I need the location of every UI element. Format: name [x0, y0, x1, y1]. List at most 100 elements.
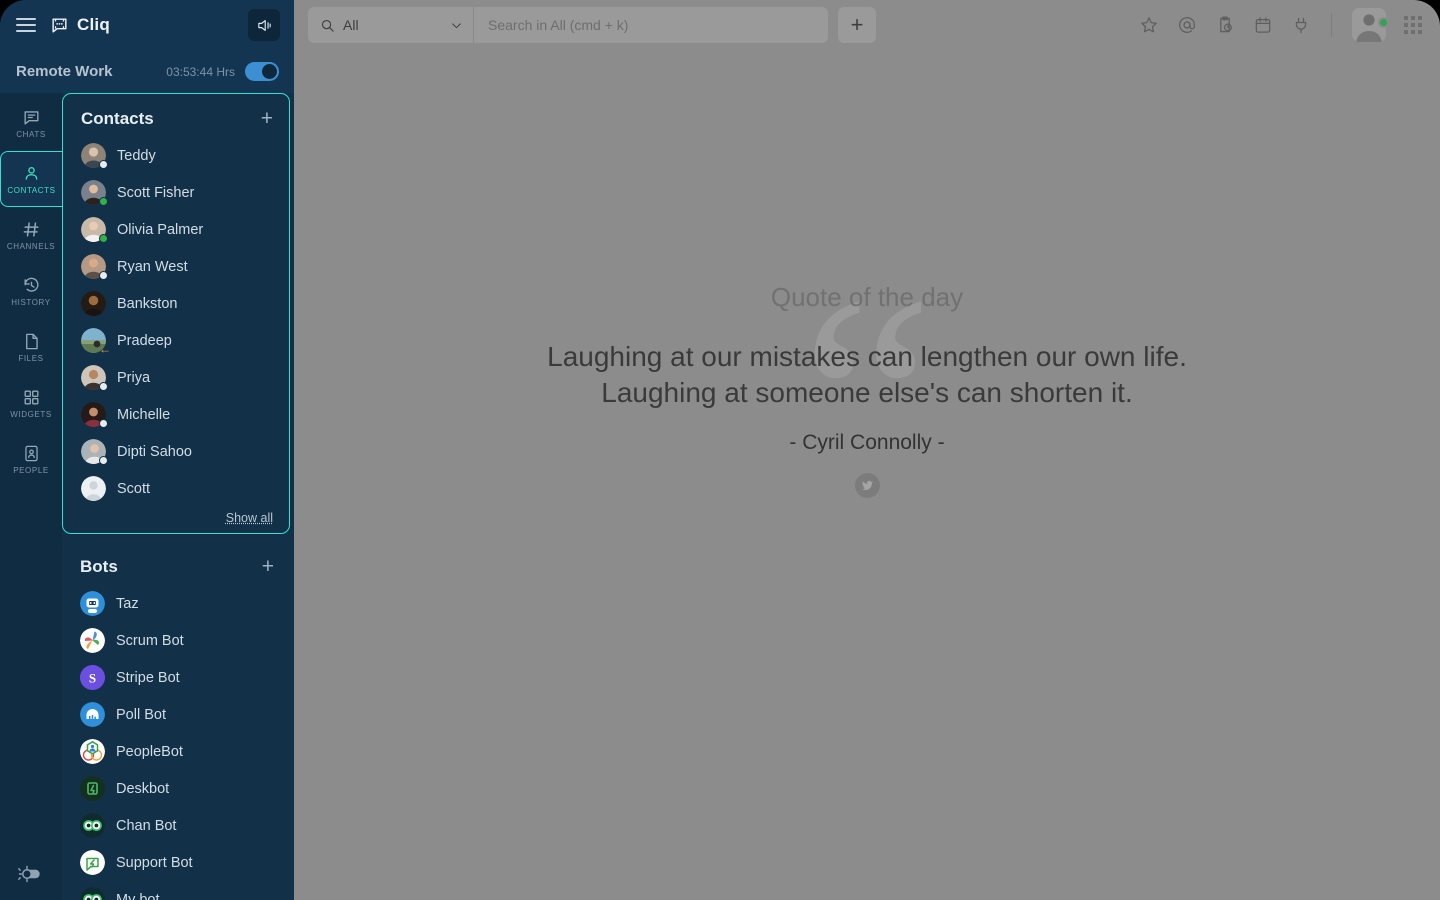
sidebar-item-widgets[interactable]: WIDGETS: [0, 375, 62, 431]
page-title: Contacts: [81, 108, 154, 128]
list-item-label: Bankston: [117, 295, 178, 312]
list-item[interactable]: Scott Fisher: [63, 174, 289, 211]
add-contact-button[interactable]: +: [261, 108, 273, 129]
twitter-icon[interactable]: [854, 472, 880, 498]
search-input[interactable]: [474, 7, 828, 43]
list-item[interactable]: My bot: [62, 881, 290, 900]
list-item[interactable]: PeopleBot: [62, 733, 290, 770]
support-icon: [80, 850, 105, 875]
sun-dark-mode-toggle-icon[interactable]: [14, 864, 48, 884]
sidebar-item-people[interactable]: PEOPLE: [0, 431, 62, 487]
plug-integrations-icon[interactable]: [1291, 15, 1311, 35]
list-item[interactable]: Michelle: [63, 396, 289, 433]
list-item-label: Poll Bot: [116, 706, 166, 723]
avatar-image: [81, 291, 106, 316]
list-item[interactable]: Support Bot: [62, 844, 290, 881]
main-area: All +: [294, 0, 1440, 900]
status-title: Remote Work: [16, 63, 113, 80]
search-scope-dropdown[interactable]: All: [308, 7, 474, 43]
show-all-contacts-link[interactable]: Show all: [63, 507, 289, 527]
sidebar-item-label: CONTACTS: [7, 185, 56, 195]
list-item-label: Michelle: [117, 406, 171, 423]
status-badge: [99, 382, 108, 391]
mention-at-icon[interactable]: [1177, 15, 1197, 35]
list-item-label: Olivia Palmer: [117, 221, 204, 238]
top-icons: [1139, 8, 1422, 42]
quote-text-line2: Laughing at someone else's can shorten i…: [601, 377, 1133, 408]
bots-title: Bots: [80, 556, 118, 576]
star-icon[interactable]: [1139, 15, 1159, 35]
sidebar-item-chats[interactable]: CHATS: [0, 95, 62, 151]
stripe-s-icon: S: [80, 665, 105, 690]
sidebar-item-files[interactable]: FILES: [0, 319, 62, 375]
speaker-icon[interactable]: [248, 9, 280, 41]
list-item[interactable]: ← Pradeep: [63, 322, 289, 359]
list-item[interactable]: Scott: [63, 470, 289, 507]
sidebar-item-channels[interactable]: CHANNELS: [0, 207, 62, 263]
list-item[interactable]: Bankston: [63, 285, 289, 322]
list-item-label: Dipti Sahoo: [117, 443, 192, 460]
list-item[interactable]: Priya: [63, 359, 289, 396]
eyes-icon: [80, 813, 105, 838]
avatar[interactable]: [1352, 8, 1389, 42]
list-item-label: Ryan West: [117, 258, 188, 275]
avatar: [81, 291, 106, 316]
status-toggle[interactable]: [245, 62, 279, 81]
status-badge: [99, 271, 108, 280]
list-item[interactable]: Taz: [62, 585, 290, 622]
desk-icon: [80, 776, 105, 801]
brand-name: Cliq: [77, 15, 110, 34]
list-item[interactable]: Dipti Sahoo: [63, 433, 289, 470]
list-item-label: Scrum Bot: [116, 632, 184, 649]
calendar-icon[interactable]: [1253, 15, 1273, 35]
new-chat-button[interactable]: +: [838, 7, 876, 43]
status-bar: Remote Work 03:53:44 Hrs: [0, 50, 294, 93]
status-badge: [99, 160, 108, 169]
hamburger-icon[interactable]: [16, 14, 36, 36]
list-item-label: Teddy: [117, 147, 156, 164]
avatar: [81, 143, 108, 169]
quote-heading: Quote of the day: [770, 282, 964, 313]
reminder-clipboard-clock-icon[interactable]: [1215, 15, 1235, 35]
avatar: [81, 402, 108, 428]
list-item[interactable]: Poll Bot: [62, 696, 290, 733]
list-item[interactable]: S Stripe Bot: [62, 659, 290, 696]
robot-icon: [80, 591, 105, 616]
sidebar-item-label: FILES: [18, 353, 44, 363]
divider: [1331, 13, 1332, 37]
search-icon: [321, 19, 334, 32]
bots-header: Bots +: [62, 550, 290, 585]
sidebar-item-history[interactable]: HISTORY: [0, 263, 62, 319]
hash-icon: [23, 221, 39, 237]
list-item[interactable]: Teddy: [63, 137, 289, 174]
contacts-header: Contacts +: [63, 102, 289, 137]
brand[interactable]: Cliq: [50, 15, 110, 35]
sidebar-item-label: HISTORY: [11, 297, 51, 307]
status-badge: [99, 197, 108, 206]
status-badge: ←: [99, 342, 111, 356]
status-badge: [99, 234, 108, 243]
avatar-placeholder-icon: [81, 476, 106, 501]
add-bot-button[interactable]: +: [262, 556, 274, 577]
list-item-label: Deskbot: [116, 780, 170, 797]
status-time: 03:53:44 Hrs: [166, 64, 235, 79]
list-item-label: Taz: [116, 595, 139, 612]
list-item[interactable]: Olivia Palmer: [63, 211, 289, 248]
list-item[interactable]: Chan Bot: [62, 807, 290, 844]
svg-text:S: S: [89, 671, 96, 686]
list-item[interactable]: Ryan West: [63, 248, 289, 285]
status-badge: [1378, 17, 1389, 28]
sidebar-item-contacts[interactable]: CONTACTS: [0, 151, 62, 207]
sidebar-item-label: CHANNELS: [6, 241, 56, 251]
apps-grid-icon[interactable]: [1404, 16, 1422, 34]
status-badge: [99, 419, 108, 428]
clover-icon: [80, 628, 105, 653]
list-item[interactable]: Deskbot: [62, 770, 290, 807]
bots-section: Bots + Taz Scrum Bot S Stripe Bot Poll B…: [62, 540, 290, 900]
list-item[interactable]: Scrum Bot: [62, 622, 290, 659]
eyes-icon: [80, 887, 105, 900]
quote-of-the-day: “ Quote of the day Laughing at our mista…: [294, 50, 1440, 900]
quote-author: - Cyril Connolly -: [789, 430, 945, 454]
people-hexagon-icon: [80, 739, 105, 764]
cliq-window: Cliq Remote Work 03:53:44 Hrs CHATS CONT…: [0, 0, 1440, 900]
